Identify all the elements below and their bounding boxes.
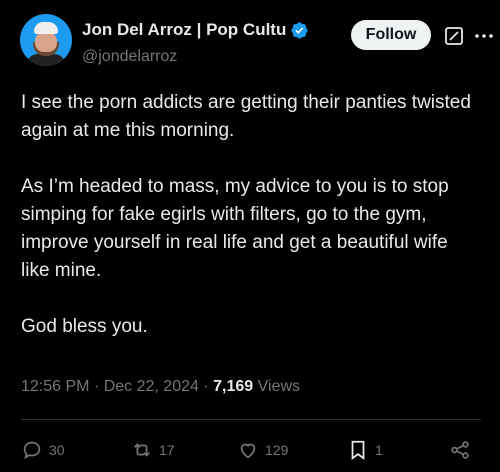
share-icon: [451, 441, 469, 459]
grok-icon[interactable]: [444, 26, 464, 46]
like-count: 129: [265, 442, 289, 458]
share-button[interactable]: [449, 436, 471, 464]
reply-icon: [23, 441, 41, 460]
action-bar: 30 17 129 1: [21, 436, 481, 466]
reply-count: 30: [49, 442, 65, 458]
bookmark-count: 1: [375, 442, 383, 458]
heart-icon: [240, 443, 256, 459]
like-button[interactable]: 129: [237, 436, 288, 464]
tweet-meta: 12:56 PM · Dec 22, 2024 · 7,169 Views: [21, 378, 300, 396]
tweet-header: Jon Del Arroz | Pop Cultu @jondelarroz F…: [20, 14, 493, 74]
bookmark-button[interactable]: 1: [347, 436, 383, 464]
more-options-icon[interactable]: [474, 26, 494, 46]
bookmark-icon: [351, 440, 365, 460]
author-handle[interactable]: @jondelarroz: [82, 48, 177, 66]
reply-button[interactable]: 30: [21, 436, 65, 464]
tweet-date[interactable]: Dec 22, 2024: [104, 378, 199, 395]
meta-separator: ·: [93, 378, 100, 395]
author-display-name[interactable]: Jon Del Arroz | Pop Cultu: [82, 20, 286, 40]
author-name-row[interactable]: Jon Del Arroz | Pop Cultu: [82, 20, 309, 40]
follow-button[interactable]: Follow: [351, 20, 431, 50]
repost-button[interactable]: 17: [131, 436, 175, 464]
author-avatar[interactable]: [20, 14, 72, 66]
repost-icon: [134, 443, 150, 457]
tweet-text: I see the porn addicts are getting their…: [21, 92, 471, 337]
divider: [21, 419, 481, 420]
meta-separator: ·: [203, 378, 209, 395]
repost-count: 17: [159, 442, 175, 458]
tweet-time[interactable]: 12:56 PM: [21, 378, 89, 395]
views-count: 7,169: [213, 378, 254, 395]
views-label: Views: [257, 378, 301, 395]
verified-badge-icon: [291, 21, 308, 39]
